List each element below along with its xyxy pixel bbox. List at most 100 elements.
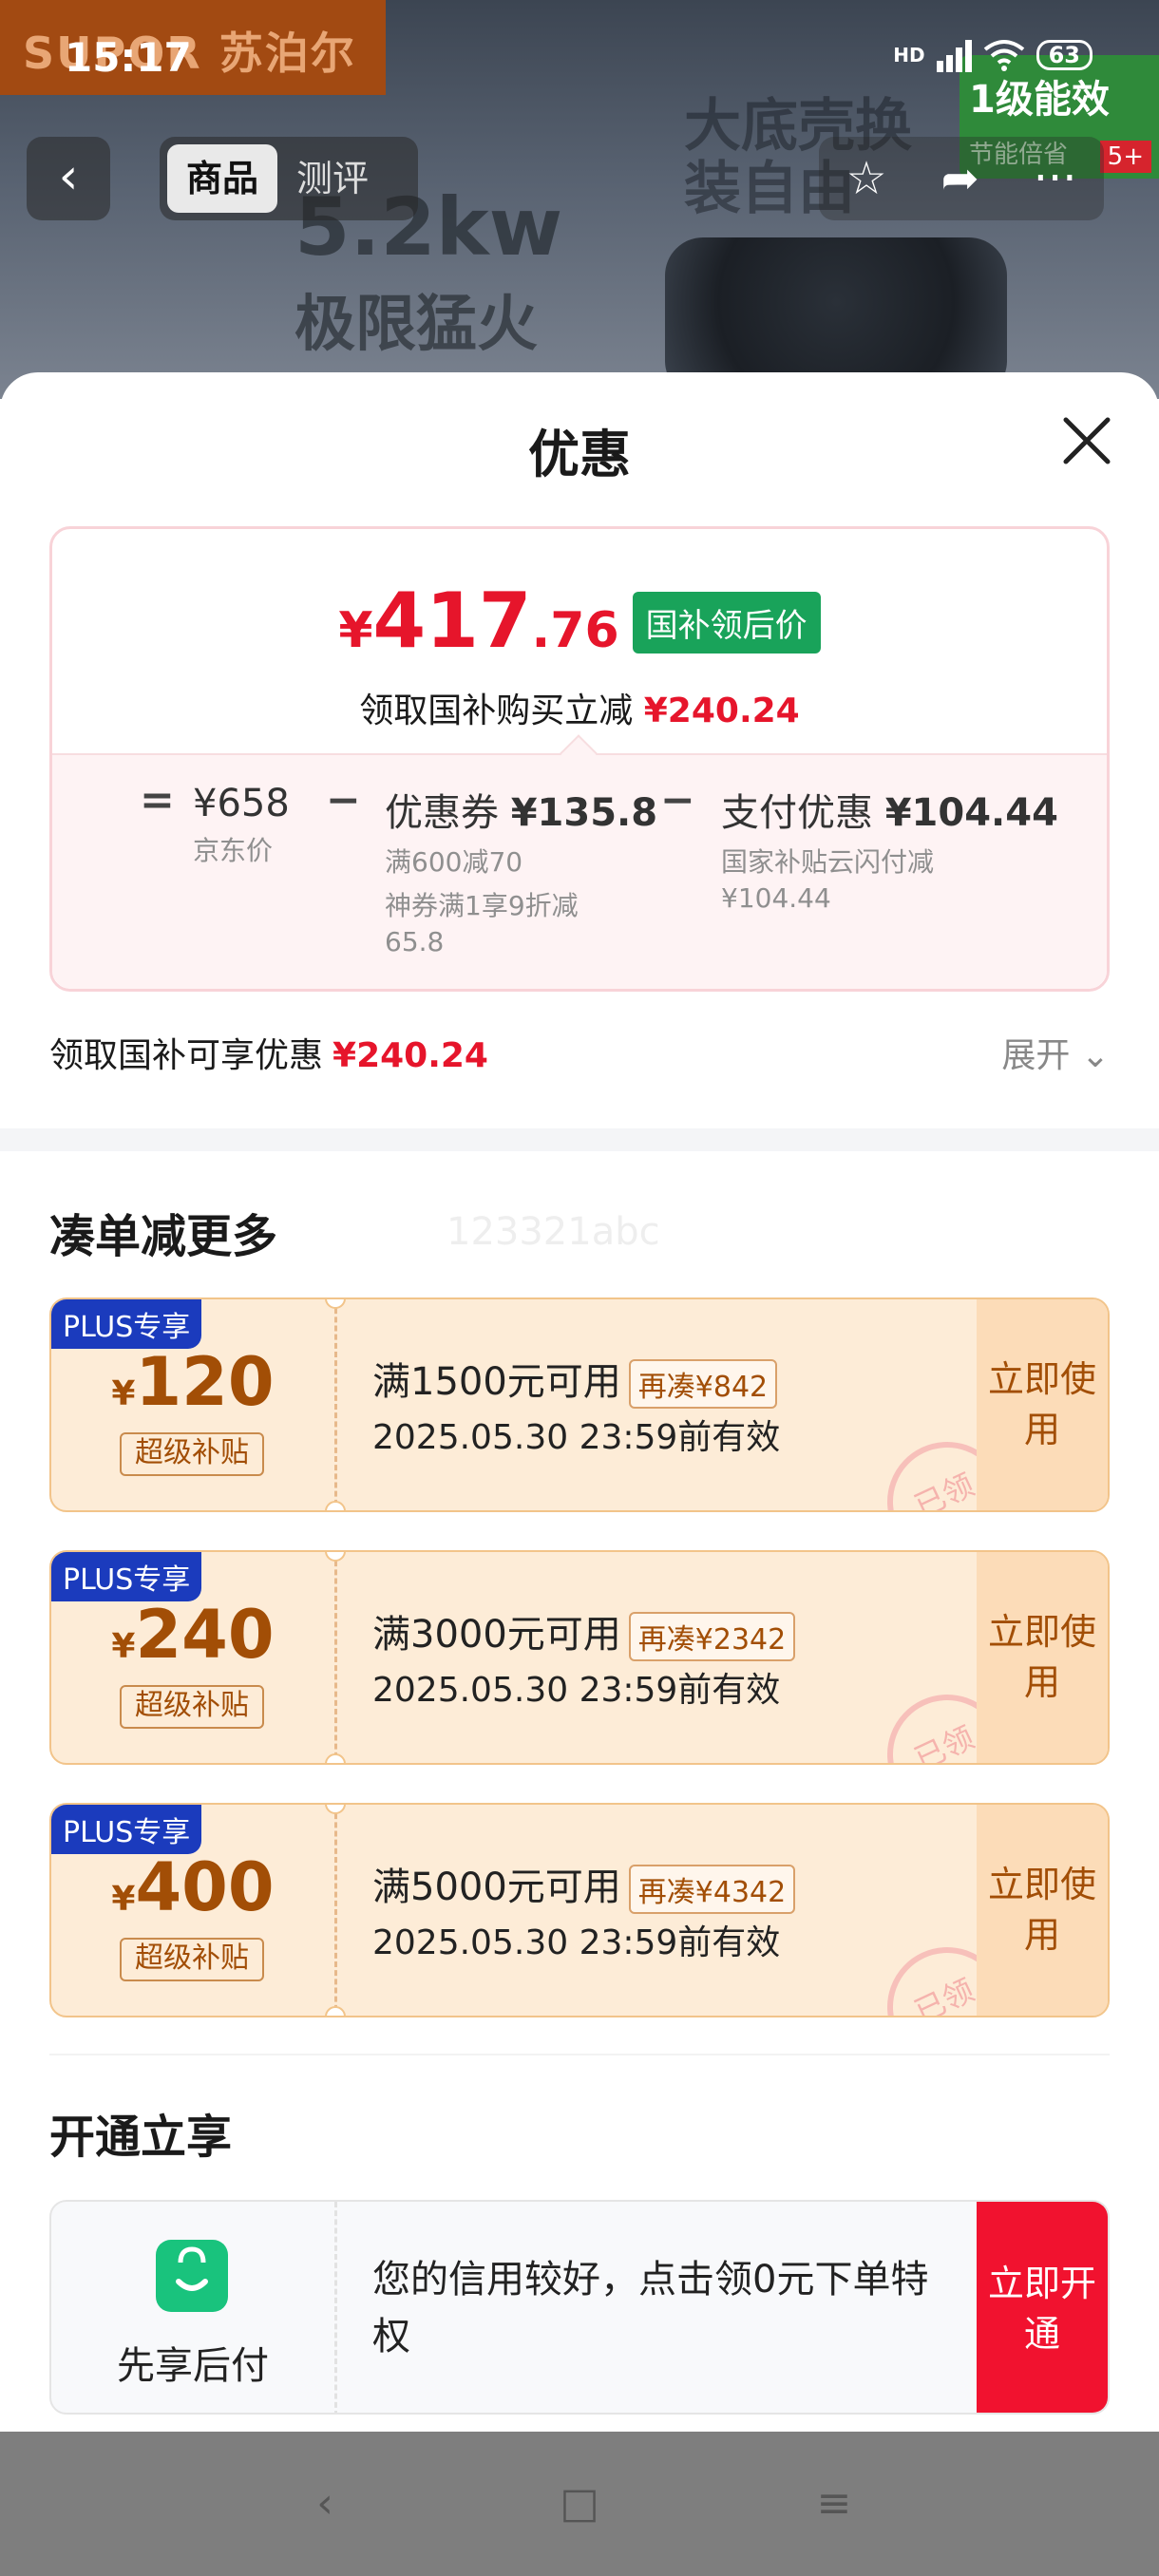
hd-icon: HD	[893, 44, 925, 66]
price-integer: 417	[372, 577, 532, 665]
favorite-icon[interactable]: ☆	[846, 152, 886, 205]
subsidy-price-tag: 国补领后价	[632, 592, 821, 653]
coupon-notch-bottom	[325, 1501, 346, 1510]
system-home-icon[interactable]: □	[557, 2481, 602, 2527]
status-icons: HD 63	[893, 38, 1092, 72]
coupon-amount: 240	[135, 1596, 275, 1674]
system-navigation-bar: ‹ □ ≡	[0, 2432, 1159, 2576]
use-now-button[interactable]: 立即使用	[977, 1299, 1108, 1510]
plus-badge: PLUS专享	[51, 1805, 202, 1854]
coupon-amount: ¥135.8	[510, 791, 658, 835]
coupon-line-1: 满600减70	[385, 846, 523, 878]
coupon-value: ¥240	[51, 1596, 334, 1674]
subtitle-label: 领取国补购买立减	[359, 691, 634, 730]
coupon-separator	[334, 1805, 337, 2016]
coupon-expiry: 2025.05.30 23:59前有效	[372, 1671, 781, 1710]
credit-message: 您的信用较好，点击领0元下单特权	[372, 2258, 929, 2358]
coupon-condition: 满3000元可用 再凑¥2342	[372, 1603, 796, 1661]
status-bar: 15:17 HD 63	[0, 0, 1159, 114]
super-subsidy-tag: 超级补贴	[120, 1432, 264, 1476]
price-formula: = ¥658 京东价 − 优惠券 ¥135.8 满600减70 神券满1享9折减…	[52, 753, 1107, 989]
product-nav-bar: ‹ 商品 测评 ☆ ➦ ···	[0, 133, 1159, 228]
price-summary-top: ¥417.76 国补领后价 领取国补购买立减 ¥240.24	[52, 529, 1107, 753]
price-summary-card: ¥417.76 国补领后价 领取国补购买立减 ¥240.24 = ¥658 京东价…	[49, 526, 1110, 992]
pay-later-label: 先享后付	[117, 2344, 269, 2388]
add-more-badge: 再凑¥842	[628, 1359, 778, 1409]
add-more-badge: 再凑¥4342	[628, 1865, 796, 1914]
gov-subsidy-amount: ¥240.24	[332, 1036, 488, 1075]
plus-badge: PLUS专享	[51, 1552, 202, 1601]
super-subsidy-tag: 超级补贴	[120, 1685, 264, 1729]
wifi-icon	[983, 40, 1024, 71]
screen: SUPOR 苏泊尔 大底壳换装自由 5.2kw 极限猛火 1级能效 节能倍省 5…	[0, 0, 1159, 2576]
coupon-line-3: 65.8	[385, 925, 445, 957]
sheet-title: 优惠	[528, 425, 631, 484]
coupon-expiry: 2025.05.30 23:59前有效	[372, 1418, 781, 1457]
share-icon[interactable]: ➦	[941, 152, 979, 205]
coupon-yen: ¥	[111, 1880, 136, 1919]
formula-base: ¥658 京东价	[193, 782, 290, 869]
coupon-expiry: 2025.05.30 23:59前有效	[372, 1923, 781, 1962]
coupon-value: ¥400	[51, 1848, 334, 1926]
product-tabs: 商品 测评	[160, 137, 418, 220]
coupon-yen: ¥	[111, 1627, 136, 1666]
use-now-button[interactable]: 立即使用	[977, 1805, 1108, 2016]
formula-coupon: 优惠券 ¥135.8 满600减70 神券满1享9折减 65.8	[385, 782, 657, 959]
coupon-separator	[334, 1299, 337, 1510]
pay-amount: ¥104.44	[884, 791, 1058, 835]
discount-sheet: 优惠 ¥417.76国补领后价 领取国补购买立减 ¥240.24 = ¥658	[0, 372, 1159, 2432]
coupon-value: ¥120	[51, 1343, 334, 1421]
signal-icon	[936, 38, 972, 72]
coupon-notch-top	[325, 1299, 346, 1309]
nav-actions: ☆ ➦ ···	[819, 137, 1104, 220]
pay-total: 支付优惠 ¥104.44	[721, 782, 1058, 837]
coupon-title: 优惠券	[385, 791, 499, 835]
coupon-amount: 120	[135, 1343, 275, 1421]
expand-label: 展开	[1001, 1036, 1071, 1075]
coupon-separator	[334, 1552, 337, 1763]
shopping-bag-icon	[156, 2240, 228, 2312]
gov-subsidy-label: 领取国补可享优惠	[49, 1036, 324, 1075]
shopping-bag-svg	[176, 2246, 208, 2291]
coupon-card: PLUS专享 ¥240 超级补贴 满3000元可用 再凑¥2342 2025.05…	[49, 1550, 1110, 1765]
section-divider	[0, 1128, 1159, 1151]
coupon-yen: ¥	[111, 1374, 136, 1413]
promo-fire-text: 极限猛火	[294, 290, 538, 360]
more-icon[interactable]: ···	[1034, 152, 1077, 205]
pay-title: 支付优惠	[721, 791, 873, 835]
pay-separator	[334, 2202, 337, 2413]
chevron-down-icon: ⌄	[1080, 1036, 1110, 1075]
pay-line-1: 国家补贴云闪付减	[721, 846, 935, 878]
condition-text: 满5000元可用	[372, 1866, 621, 1909]
use-now-button[interactable]: 立即使用	[977, 1552, 1108, 1763]
tab-product[interactable]: 商品	[167, 144, 278, 213]
close-icon[interactable]	[1060, 414, 1113, 467]
condition-text: 满1500元可用	[372, 1360, 621, 1404]
watermark: 123321abc	[446, 1210, 660, 1254]
gov-subsidy-row[interactable]: 领取国补可享优惠 ¥240.24 展开 ⌄	[49, 1028, 1110, 1075]
system-back-icon[interactable]: ‹	[302, 2481, 348, 2527]
condition-text: 满3000元可用	[372, 1613, 621, 1657]
coupon-total: 优惠券 ¥135.8	[385, 782, 657, 837]
back-button[interactable]: ‹	[27, 137, 110, 220]
price-subtitle: 领取国补购买立减 ¥240.24	[52, 683, 1107, 732]
system-menu-icon[interactable]: ≡	[811, 2481, 857, 2527]
formula-minus-2: −	[660, 776, 695, 824]
coupon-line-2: 神券满1享9折减	[385, 889, 579, 921]
tab-review[interactable]: 测评	[277, 144, 388, 213]
base-label: 京东价	[193, 835, 274, 866]
expand-button[interactable]: 展开 ⌄	[1001, 1028, 1110, 1077]
subtitle-amount: ¥240.24	[643, 691, 800, 730]
open-section-title: 开通立享	[49, 2111, 233, 2164]
open-now-button[interactable]: 立即开通	[977, 2202, 1108, 2413]
coupon-card: PLUS专享 ¥120 超级补贴 满1500元可用 再凑¥842 2025.05.…	[49, 1297, 1110, 1512]
coupon-notch-top	[325, 1552, 346, 1562]
coupon-notch-bottom	[325, 2006, 346, 2016]
price-yen: ¥	[338, 602, 373, 659]
battery-icon: 63	[1036, 40, 1092, 70]
super-subsidy-tag: 超级补贴	[120, 1938, 264, 1981]
close-button[interactable]	[1060, 414, 1113, 467]
thin-divider	[49, 2054, 1110, 2055]
coupon-notch-top	[325, 1805, 346, 1814]
status-time: 15:17	[65, 34, 192, 81]
